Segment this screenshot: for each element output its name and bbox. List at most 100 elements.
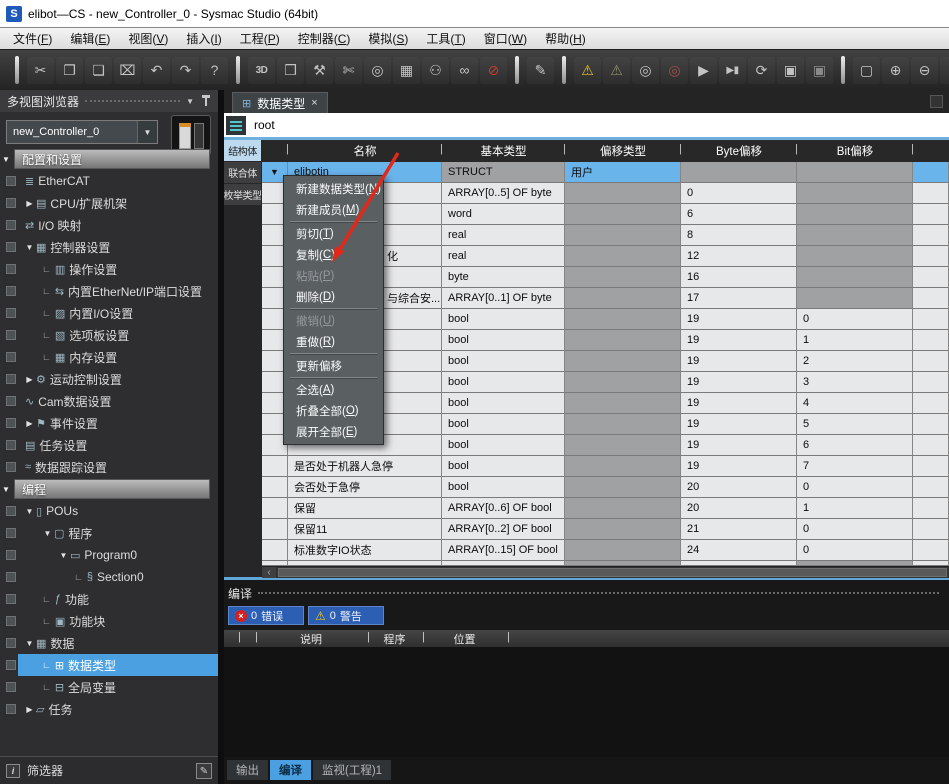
byte-offset-cell[interactable]: 8 [681,225,797,246]
offset-type-cell[interactable] [565,288,681,309]
byte-offset-cell[interactable]: 19 [681,309,797,330]
item-checkbox[interactable] [6,550,16,560]
scroll-left-icon[interactable]: ‹ [262,567,276,578]
edit-filter-icon[interactable]: ✎ [196,763,212,779]
expander-icon[interactable]: ▼ [24,243,35,252]
tree-item-内存设置[interactable]: ∟▦内存设置 [0,346,218,368]
byte-offset-cell[interactable]: 12 [681,246,797,267]
bit-offset-cell[interactable] [797,204,913,225]
expander-icon[interactable]: ▶ [24,199,35,208]
trailing-cell[interactable] [913,309,949,330]
bit-offset-cell[interactable]: 0 [797,477,913,498]
menu-item[interactable]: 控制器(C) [289,28,360,49]
warning-off-icon[interactable]: ⚠ [603,57,630,84]
item-checkbox[interactable] [6,440,16,450]
tree-item-全局变量[interactable]: ∟⊟全局变量 [0,676,218,698]
offset-type-cell[interactable] [565,540,681,561]
offset-type-cell[interactable]: 用户 [565,162,681,183]
tree-item-Cam数据设置[interactable]: ∿Cam数据设置 [0,390,218,412]
trailing-cell[interactable] [913,456,949,477]
byte-offset-cell[interactable]: 19 [681,435,797,456]
byte-offset-cell[interactable] [681,162,797,183]
menu-item[interactable]: 窗口(W) [475,28,536,49]
item-checkbox[interactable] [6,330,16,340]
warning-count-badge[interactable]: ⚠ 0 警告 [308,606,384,625]
tree-item-任务[interactable]: ▶▱任务 [0,698,218,720]
tree-item-事件设置[interactable]: ▶⚑事件设置 [0,412,218,434]
tree-item-Program0[interactable]: ▼▭Program0 [0,544,218,566]
item-checkbox[interactable] [6,528,16,538]
watch-window-icon[interactable]: ◎ [364,57,391,84]
offset-type-cell[interactable] [565,393,681,414]
tree-item-功能块[interactable]: ∟▣功能块 [0,610,218,632]
byte-offset-cell[interactable]: 24 [681,540,797,561]
base-type-cell[interactable]: ARRAY[0..2] OF bool [442,519,565,540]
online-icon[interactable]: ▣ [777,57,804,84]
item-checkbox[interactable] [6,352,16,362]
column-header-名称[interactable]: 名称 [288,140,442,162]
copy-icon[interactable]: ❐ [56,57,83,84]
name-cell[interactable]: 是否处于机器人急停 [288,456,442,477]
trailing-cell[interactable] [913,540,949,561]
paste-icon[interactable]: ❏ [85,57,112,84]
bit-offset-cell[interactable]: 3 [797,372,913,393]
menu-item[interactable]: 文件(F) [4,28,61,49]
byte-offset-cell[interactable]: 19 [681,393,797,414]
byte-offset-cell[interactable]: 6 [681,204,797,225]
expander-icon[interactable]: ▼ [42,529,53,538]
base-type-cell[interactable]: ARRAY[0..5] OF byte [442,183,565,204]
delete-icon[interactable]: ⌧ [114,57,141,84]
item-checkbox[interactable] [6,682,16,692]
context-menu-item-复制(C)[interactable]: 复制(C) [284,244,383,265]
tree-item-任务设置[interactable]: ▤任务设置 [0,434,218,456]
item-checkbox[interactable] [6,308,16,318]
bit-offset-cell[interactable]: 0 [797,519,913,540]
base-type-cell[interactable]: ARRAY[0..1] OF byte [442,288,565,309]
base-type-cell[interactable]: ARRAY[0..6] OF bool [442,498,565,519]
context-menu-item-折叠全部(O)[interactable]: 折叠全部(O) [284,400,383,421]
base-type-cell[interactable]: ARRAY[0..15] OF bool [442,540,565,561]
expander-icon[interactable]: ▼ [2,155,10,164]
bit-offset-cell[interactable] [797,183,913,204]
menu-item[interactable]: 模拟(S) [359,28,417,49]
byte-offset-cell[interactable]: 21 [681,519,797,540]
byte-offset-cell[interactable]: 20 [681,498,797,519]
undo-icon[interactable]: ↶ [143,57,170,84]
zoom-reset-icon[interactable]: ⊚ [940,57,949,84]
menu-item[interactable]: 帮助(H) [536,28,595,49]
bit-offset-cell[interactable]: 7 [797,456,913,477]
trailing-cell[interactable] [913,246,949,267]
menu-item[interactable]: 编辑(E) [61,28,119,49]
run-icon[interactable]: ▶ [690,57,717,84]
monitor-icon[interactable]: ◎ [632,57,659,84]
item-checkbox[interactable] [6,286,16,296]
base-type-cell[interactable]: STRUCT [442,162,565,183]
fit-zoom-icon[interactable]: ▢ [853,57,880,84]
name-cell[interactable]: 保留 [288,498,442,519]
name-cell[interactable]: 保留11 [288,519,442,540]
chevron-down-icon[interactable]: ▼ [137,121,157,143]
trailing-cell[interactable] [913,477,949,498]
column-header-基本类型[interactable]: 基本类型 [442,140,565,162]
help-icon[interactable]: ? [201,57,228,84]
table-row[interactable]: 保留ARRAY[0..6] OF bool201 [262,498,949,519]
category-tab-枚举类型[interactable]: 枚举类型 [224,184,261,206]
item-checkbox[interactable] [6,396,16,406]
bit-offset-cell[interactable]: 2 [797,351,913,372]
item-checkbox[interactable] [6,220,16,230]
close-icon[interactable]: × [311,97,317,109]
tree-item-功能[interactable]: ∟ƒ功能 [0,588,218,610]
chevron-down-icon[interactable]: ▼ [186,97,194,106]
root-name-field[interactable]: root [254,118,275,132]
byte-offset-cell[interactable]: 19 [681,330,797,351]
variable-manager-icon[interactable]: ✄ [335,57,362,84]
base-type-cell[interactable]: byte [442,267,565,288]
tree-item-运动控制设置[interactable]: ▶⚙运动控制设置 [0,368,218,390]
item-checkbox[interactable] [6,704,16,714]
redo-icon[interactable]: ↷ [172,57,199,84]
scrollbar-thumb[interactable] [278,568,947,577]
column-header-偏移类型[interactable]: 偏移类型 [565,140,681,162]
trailing-cell[interactable] [913,162,949,183]
expander-icon[interactable]: ▼ [24,639,35,648]
trailing-cell[interactable] [913,414,949,435]
